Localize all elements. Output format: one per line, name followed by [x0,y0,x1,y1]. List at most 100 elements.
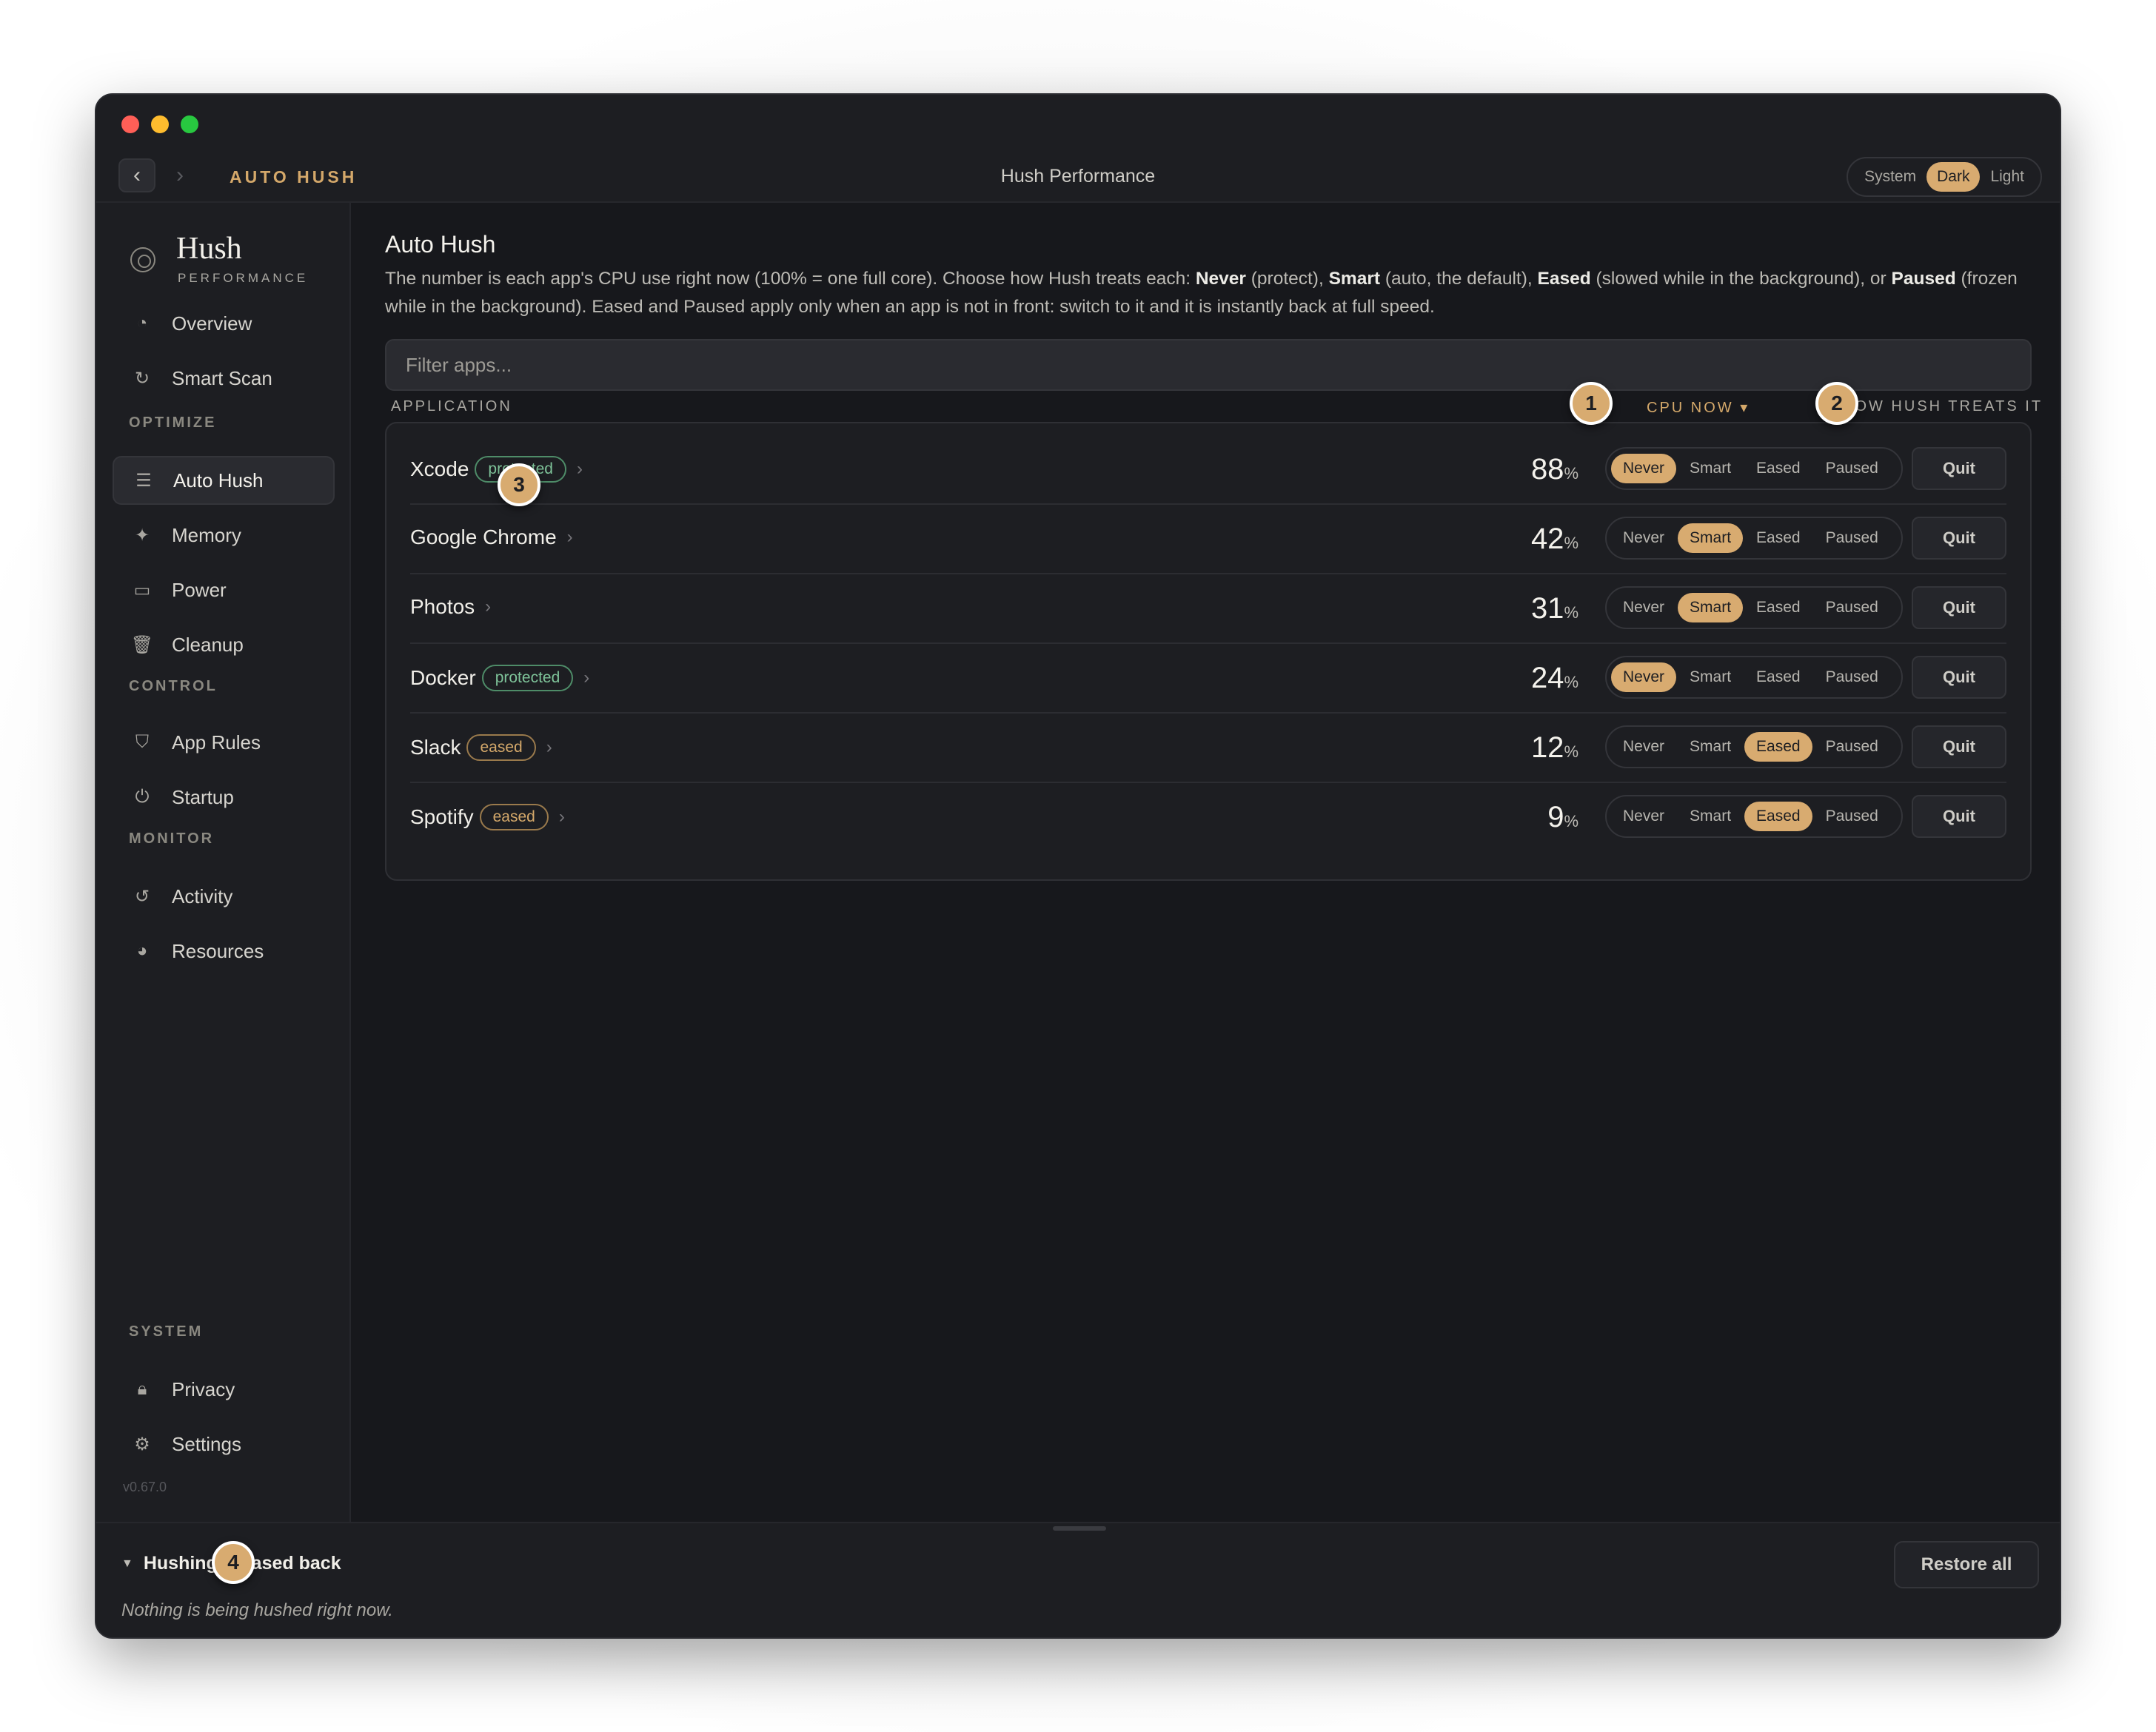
toolbar: ‹ › AUTO HUSH Hush Performance System Da… [96,151,2060,203]
mode-option-smart[interactable]: Smart [1678,802,1743,831]
section-optimize: OPTIMIZE [129,414,217,431]
mode-option-never[interactable]: Never [1611,593,1676,622]
restore-all-button[interactable]: Restore all [1894,1541,2039,1588]
mode-option-eased[interactable]: Eased [1744,523,1812,553]
quit-app-button[interactable]: Quit [1912,795,2006,838]
cpu-number: 24 [1530,662,1564,694]
theme-option-light[interactable]: Light [1980,162,2035,192]
app-name: Spotify [410,805,474,828]
quit-app-button[interactable]: Quit [1912,447,2006,490]
mode-option-paused[interactable]: Paused [1814,523,1890,553]
app-row: Xcodeprotected›88%NeverSmartEasedPausedQ… [410,435,2006,505]
theme-option-system[interactable]: System [1854,162,1926,192]
pie-icon: ◕ [136,941,148,961]
mode-option-paused[interactable]: Paused [1814,454,1890,483]
column-header-how-hush-treats-it: HOW HUSH TREATS IT [1842,398,2043,414]
sidebar-item-smart-scan[interactable]: ↻ Smart Scan [113,354,335,403]
cpu-usage-value: 42% [1531,523,1578,556]
mode-option-smart[interactable]: Smart [1678,523,1744,553]
mode-option-smart[interactable]: Smart [1678,732,1743,762]
mode-option-smart[interactable]: Smart [1678,593,1744,622]
mode-option-eased[interactable]: Eased [1744,802,1812,831]
sidebar-item-overview[interactable]: ◔ Overview [113,299,335,348]
mode-option-eased[interactable]: Eased [1744,454,1812,483]
power-icon: ⏻ [135,787,150,807]
sidebar-item-label: Smart Scan [172,366,272,389]
sidebar-item-app-rules[interactable]: ⛉ App Rules [113,718,335,767]
sidebar-item-privacy[interactable]: 🔒︎ Privacy [113,1365,335,1414]
mode-option-never[interactable]: Never [1611,662,1677,692]
sidebar-item-memory[interactable]: ✦ Memory [113,511,335,560]
mode-option-never[interactable]: Never [1611,802,1676,831]
close-window-button[interactable] [121,115,139,133]
hush-mode-selector: Never Smart Eased Paused [1605,725,1903,768]
sidebar-item-settings[interactable]: ⚙ Settings [113,1420,335,1468]
chevron-right-icon: › [583,668,590,688]
app-row: Google Chrome › 42% Never Smart Eased Paused Qu… [410,505,2006,574]
zoom-window-button[interactable] [181,115,198,133]
app-name-link[interactable]: Docker protected › [410,665,589,691]
sidebar-item-activity[interactable]: ↺ Activity [113,872,335,921]
app-name: Google Chrome [410,526,557,548]
mode-option-smart[interactable]: Smart [1678,454,1743,483]
hush-mode-selector: Never Smart Eased Paused [1605,795,1903,838]
percent-sign: % [1564,812,1578,830]
app-name: Xcode [410,457,469,480]
column-header-cpu-now[interactable]: CPU NOW ▾ [1647,398,1750,417]
annotation-marker-3: 3 [498,463,540,506]
mode-option-eased[interactable]: Eased [1744,593,1812,622]
filter-apps-input[interactable]: Filter apps... [385,339,2032,391]
lock-icon: 🔒︎ [137,1379,147,1399]
sidebar-item-auto-hush[interactable]: ☰ Auto Hush [113,456,335,505]
annotation-marker-4: 4 [212,1541,255,1584]
sidebar-item-label: Resources [172,939,264,962]
app-name-link[interactable]: Xcodeprotected› [410,456,583,483]
section-control: CONTROL [129,678,218,694]
quit-app-button[interactable]: Quit [1912,586,2006,629]
mode-option-paused[interactable]: Paused [1814,802,1890,831]
chevron-down-icon: ▼ [121,1557,133,1570]
percent-sign: % [1564,534,1578,552]
chevron-right-icon: › [576,459,583,479]
percent-sign: % [1564,673,1578,691]
mode-option-paused[interactable]: Paused [1814,593,1890,622]
quit-app-button[interactable]: Quit [1912,725,2006,768]
hush-mode-selector: Never Smart Eased Paused [1605,656,1903,699]
mode-option-eased[interactable]: Eased [1744,732,1812,762]
mode-option-eased[interactable]: Eased [1744,662,1812,692]
percent-sign: % [1564,603,1578,622]
sidebar: Hush PERFORMANCE ◔ Overview ↻ Smart Scan… [96,203,351,1522]
cpu-number: 31 [1530,592,1564,625]
sidebar-item-label: App Rules [172,731,261,753]
sparkle-icon: ✦ [134,525,150,546]
cpu-usage-value: 31% [1531,592,1578,625]
mode-option-never[interactable]: Never [1611,732,1676,762]
theme-option-dark[interactable]: Dark [1926,162,1981,192]
mode-option-paused[interactable]: Paused [1814,662,1890,692]
main-content: Auto Hush The number is each app's CPU u… [351,203,2060,1522]
minimize-window-button[interactable] [151,115,169,133]
scan-icon: ↻ [134,368,150,389]
sidebar-item-startup[interactable]: ⏻ Startup [113,773,335,822]
battery-icon: ▭ [133,580,151,600]
sidebar-item-label: Cleanup [172,633,244,656]
mode-option-never[interactable]: Never [1611,454,1677,483]
app-name-link[interactable]: Spotify eased › [410,804,565,830]
mode-option-never[interactable]: Never [1611,523,1676,553]
mode-option-smart[interactable]: Smart [1678,662,1743,692]
eased-badge: eased [466,734,536,761]
theme-switcher: System Dark Light [1847,157,2042,197]
app-name-link[interactable]: Photos › [410,595,491,619]
sidebar-item-resources[interactable]: ◕ Resources [113,927,335,976]
sidebar-item-power[interactable]: ▭ Power [113,565,335,614]
cpu-number: 9 [1547,801,1564,833]
app-name-link[interactable]: Slack eased › [410,734,552,761]
panel-resize-handle[interactable] [1053,1526,1106,1531]
app-name: Slack [410,736,461,759]
sidebar-item-cleanup[interactable]: 🗑︎ Cleanup [113,620,335,669]
mode-option-paused[interactable]: Paused [1814,732,1890,762]
app-name-link[interactable]: Google Chrome › [410,526,573,549]
quit-app-button[interactable]: Quit [1912,656,2006,699]
page-title: Auto Hush [385,231,496,258]
quit-app-button[interactable]: Quit [1912,517,2006,560]
